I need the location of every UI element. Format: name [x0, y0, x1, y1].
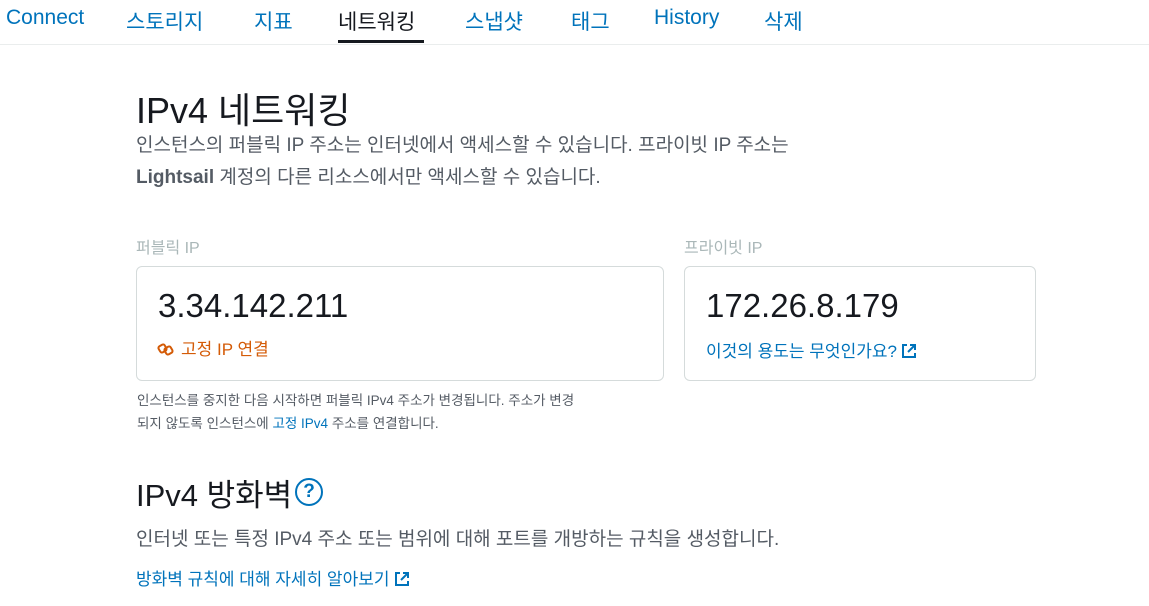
tab-metrics[interactable]: 지표: [254, 6, 293, 36]
instance-tabs: Connect 스토리지 지표 네트워킹 스냅샷 태그 History 삭제: [0, 0, 1149, 45]
private-ip-value: 172.26.8.179: [706, 287, 899, 324]
static-ip-icon: [157, 343, 174, 356]
tab-snapshots[interactable]: 스냅샷: [465, 6, 523, 36]
tab-history[interactable]: History: [654, 6, 719, 30]
note-line2-start: 되지 않도록 인스턴스에: [137, 416, 273, 431]
firewall-learn-more-label: 방화벽 규칙에 대해 자세히 알아보기: [136, 570, 390, 589]
private-ip-help-label: 이것의 용도는 무엇인가요?: [706, 342, 897, 361]
firewall-description: 인터넷 또는 특정 IPv4 주소 또는 범위에 대해 포트를 개방하는 규칙을…: [136, 529, 780, 550]
networking-description: 인스턴스의 퍼블릭 IP 주소는 인터넷에서 액세스할 수 있습니다. 프라이빗…: [136, 130, 1036, 194]
firewall-title: IPv4 방화벽: [136, 478, 293, 513]
note-line1: 인스턴스를 중지한 다음 시작하면 퍼블릭 IPv4 주소가 변경됩니다. 주소…: [137, 393, 575, 408]
tab-storage[interactable]: 스토리지: [126, 6, 203, 36]
tab-tags[interactable]: 태그: [571, 6, 610, 36]
external-link-icon: [394, 572, 409, 586]
static-ipv4-inline-link[interactable]: 고정 IPv4: [272, 416, 328, 431]
networking-title: IPv4 네트워킹: [136, 90, 351, 131]
firewall-learn-more-link[interactable]: 방화벽 규칙에 대해 자세히 알아보기: [136, 565, 410, 590]
private-ip-label: 프라이빗 IP: [684, 240, 763, 257]
private-ip-help-link[interactable]: 이것의 용도는 무엇인가요?: [706, 337, 917, 362]
lightsail-brand: Lightsail: [136, 167, 215, 188]
attach-static-ip-label: 고정 IP 연결: [181, 340, 269, 359]
tab-connect[interactable]: Connect: [6, 6, 84, 30]
firewall-help-icon[interactable]: ?: [295, 478, 323, 506]
note-line2-end: 주소를 연결합니다.: [328, 416, 439, 431]
active-tab-indicator: [338, 40, 424, 43]
tab-delete[interactable]: 삭제: [764, 6, 803, 36]
tab-networking[interactable]: 네트워킹: [338, 6, 415, 36]
private-ip-card: 172.26.8.179 이것의 용도는 무엇인가요?: [684, 266, 1036, 381]
public-ip-change-note: 인스턴스를 중지한 다음 시작하면 퍼블릭 IPv4 주소가 변경됩니다. 주소…: [137, 389, 677, 435]
public-ip-card: 3.34.142.211 고정 IP 연결: [136, 266, 664, 381]
external-link-icon: [901, 344, 916, 358]
public-ip-label: 퍼블릭 IP: [136, 240, 200, 257]
public-ip-value: 3.34.142.211: [158, 287, 349, 324]
networking-desc-line2: 계정의 다른 리소스에서만 액세스할 수 있습니다.: [214, 167, 601, 188]
attach-static-ip-link[interactable]: 고정 IP 연결: [157, 335, 269, 360]
networking-desc-line1: 인스턴스의 퍼블릭 IP 주소는 인터넷에서 액세스할 수 있습니다. 프라이빗…: [136, 135, 789, 156]
